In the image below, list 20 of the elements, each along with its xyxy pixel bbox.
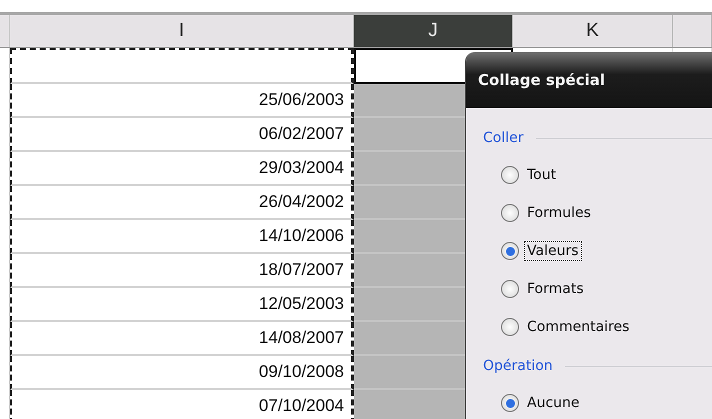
dialog-title: Collage spécial (466, 52, 712, 108)
table-cell[interactable] (10, 48, 354, 84)
radio-button[interactable] (501, 242, 519, 260)
option-label[interactable]: Formules (524, 203, 594, 223)
option-label[interactable]: Aucune (524, 393, 583, 413)
row-header (0, 15, 10, 47)
option-label[interactable]: Valeurs (524, 241, 582, 261)
radio-button[interactable] (501, 280, 519, 298)
radio-button[interactable] (501, 318, 519, 336)
radio-button[interactable] (501, 166, 519, 184)
radio-button[interactable] (501, 204, 519, 222)
group-label: Opération (483, 358, 553, 374)
column-header[interactable]: K (513, 15, 673, 47)
option-label[interactable]: Commentaires (524, 317, 632, 337)
radio-button[interactable] (501, 394, 519, 412)
option-label[interactable]: Formats (524, 279, 587, 299)
option-label[interactable]: Tout (524, 165, 560, 185)
column-header[interactable]: J (354, 15, 513, 47)
group-label: Coller (483, 130, 524, 146)
column-header[interactable]: I (10, 15, 354, 47)
